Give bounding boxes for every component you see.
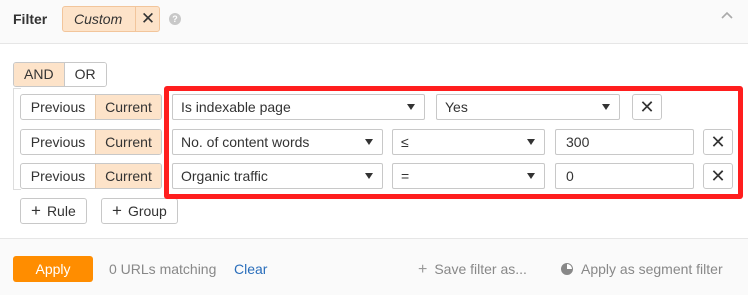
chip-label: Custom bbox=[74, 11, 123, 27]
value-input[interactable]: 300 bbox=[555, 129, 694, 155]
apply-button[interactable]: Apply bbox=[13, 256, 93, 282]
field-select-value: Is indexable page bbox=[181, 99, 291, 115]
logic-toggle: AND OR bbox=[13, 62, 107, 87]
field-select-value: No. of content words bbox=[181, 134, 310, 150]
apply-segment-label: Apply as segment filter bbox=[581, 261, 723, 277]
remove-rule-button[interactable]: ✕ bbox=[703, 163, 733, 189]
previous-current-toggle: Previous Current bbox=[20, 163, 162, 189]
filter-footer: Apply 0 URLs matching Clear + Save filter… bbox=[0, 238, 748, 295]
current-button[interactable]: Current bbox=[95, 95, 161, 119]
operator-select[interactable]: ≤ bbox=[392, 129, 545, 155]
add-rule-button[interactable]: + Rule bbox=[20, 198, 87, 224]
field-select[interactable]: Organic traffic bbox=[172, 163, 383, 189]
previous-current-toggle: Previous Current bbox=[20, 94, 162, 120]
operator-select-value: = bbox=[401, 168, 410, 184]
collapse-icon[interactable] bbox=[719, 8, 735, 24]
value-input[interactable]: 0 bbox=[555, 163, 694, 189]
remove-rule-button[interactable]: ✕ bbox=[703, 129, 733, 155]
add-group-label: Group bbox=[127, 203, 167, 219]
value-select-value: Yes bbox=[445, 99, 468, 115]
add-group-button[interactable]: + Group bbox=[101, 198, 178, 224]
previous-button[interactable]: Previous bbox=[21, 130, 95, 154]
plus-icon: + bbox=[112, 201, 122, 220]
previous-button[interactable]: Previous bbox=[21, 95, 95, 119]
previous-button[interactable]: Previous bbox=[21, 164, 95, 188]
chip-close-icon[interactable]: ✕ bbox=[135, 7, 160, 31]
filter-header: Filter Custom ✕ ? bbox=[0, 0, 748, 44]
field-select-value: Organic traffic bbox=[181, 168, 268, 184]
matching-count: 0 URLs matching bbox=[109, 261, 217, 277]
chevron-down-icon bbox=[527, 139, 535, 145]
operator-select[interactable]: = bbox=[392, 163, 545, 189]
chevron-down-icon bbox=[602, 104, 610, 110]
plus-icon: + bbox=[418, 261, 428, 278]
and-button[interactable]: AND bbox=[14, 63, 64, 86]
chevron-down-icon bbox=[365, 139, 373, 145]
add-rule-label: Rule bbox=[46, 203, 76, 219]
field-select[interactable]: Is indexable page bbox=[172, 94, 425, 120]
operator-select-value: ≤ bbox=[401, 134, 409, 150]
or-button[interactable]: OR bbox=[63, 63, 106, 86]
chevron-down-icon bbox=[407, 104, 415, 110]
pie-chart-icon bbox=[561, 263, 573, 275]
field-select[interactable]: No. of content words bbox=[172, 129, 383, 155]
save-filter-button[interactable]: + Save filter as... bbox=[418, 261, 527, 279]
clear-link[interactable]: Clear bbox=[234, 261, 267, 277]
current-button[interactable]: Current bbox=[95, 130, 161, 154]
filter-title: Filter bbox=[13, 11, 48, 27]
previous-current-toggle: Previous Current bbox=[20, 129, 162, 155]
save-filter-label: Save filter as... bbox=[434, 261, 527, 277]
remove-rule-button[interactable]: ✕ bbox=[632, 94, 662, 120]
apply-segment-button[interactable]: Apply as segment filter bbox=[561, 261, 723, 277]
help-icon[interactable]: ? bbox=[169, 13, 181, 25]
chevron-down-icon bbox=[365, 173, 373, 179]
current-button[interactable]: Current bbox=[95, 164, 161, 188]
plus-icon: + bbox=[31, 201, 41, 220]
custom-filter-chip[interactable]: Custom ✕ bbox=[62, 6, 160, 32]
chevron-down-icon bbox=[527, 173, 535, 179]
value-select[interactable]: Yes bbox=[436, 94, 620, 120]
